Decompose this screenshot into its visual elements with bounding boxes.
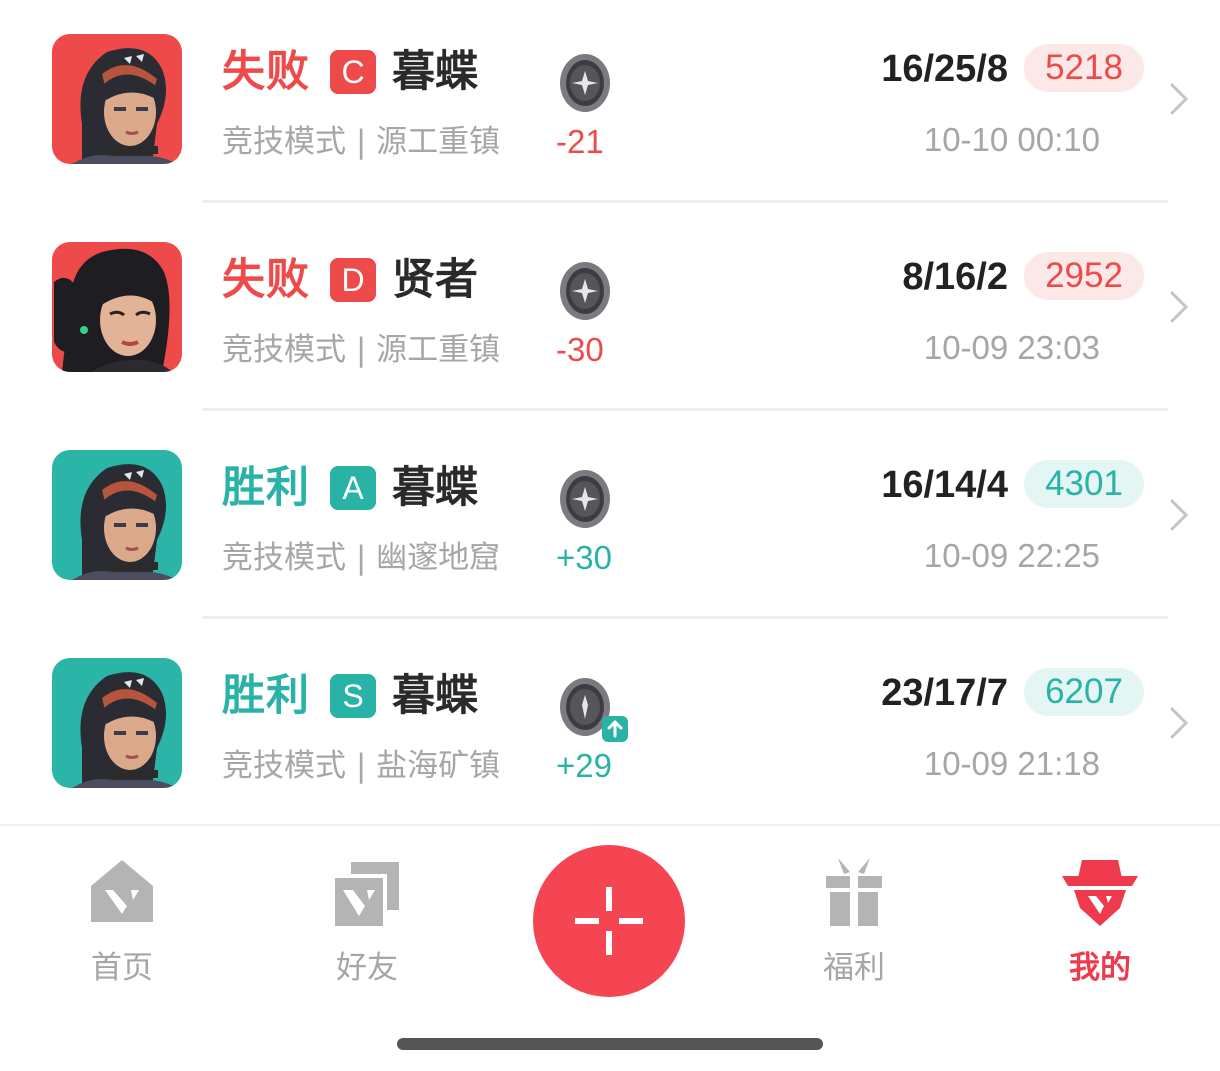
divider bbox=[202, 200, 1168, 203]
nav-friends[interactable]: 好友 bbox=[297, 856, 437, 996]
nav-welfare[interactable]: 福利 bbox=[784, 856, 924, 996]
agent-name: 暮蝶 bbox=[392, 463, 478, 513]
rr-change: +29 bbox=[556, 747, 612, 784]
friends-icon bbox=[335, 862, 399, 926]
home-icon bbox=[91, 860, 153, 922]
agent-avatar bbox=[52, 242, 182, 372]
agent-name: 暮蝶 bbox=[392, 671, 478, 721]
match-history-screen: 失败 C 暮蝶 竞技模式 | 源工重镇 -21 16/25/8 5218 10-… bbox=[0, 0, 1220, 1071]
mode-map-label: 竞技模式 | 盐海矿镇 bbox=[222, 748, 501, 784]
home-indicator[interactable] bbox=[397, 1038, 823, 1050]
rank-emblem-icon bbox=[560, 262, 610, 320]
rank-emblem-icon bbox=[560, 54, 610, 112]
kda-stat: 16/14/4 bbox=[881, 464, 1008, 506]
agent-avatar bbox=[52, 450, 182, 580]
mode-map-label: 竞技模式 | 源工重镇 bbox=[222, 332, 501, 368]
nav-mine-label: 我的 bbox=[1069, 950, 1131, 986]
match-list: 失败 C 暮蝶 竞技模式 | 源工重镇 -21 16/25/8 5218 10-… bbox=[0, 0, 1220, 832]
grade-badge: A bbox=[330, 466, 376, 510]
chevron-right-icon bbox=[1170, 83, 1189, 115]
combat-score-badge: 5218 bbox=[1024, 44, 1144, 92]
add-crosshair-button[interactable] bbox=[533, 845, 685, 997]
match-time: 10-10 00:10 bbox=[923, 121, 1100, 158]
match-result: 胜利 bbox=[222, 463, 310, 513]
match-row[interactable]: 胜利 A 暮蝶 竞技模式 | 幽邃地窟 +30 16/14/4 4301 10-… bbox=[0, 416, 1220, 624]
match-result: 失败 bbox=[222, 255, 310, 305]
agent-profile-icon bbox=[1062, 860, 1138, 926]
kda-stat: 8/16/2 bbox=[902, 256, 1008, 298]
match-time: 10-09 23:03 bbox=[923, 329, 1100, 366]
agent-name: 暮蝶 bbox=[392, 47, 478, 97]
chevron-right-icon bbox=[1170, 707, 1189, 739]
rr-change: -21 bbox=[556, 123, 604, 160]
grade-badge: D bbox=[330, 258, 376, 302]
nav-home-label: 首页 bbox=[91, 950, 153, 986]
mode-map-label: 竞技模式 | 源工重镇 bbox=[222, 124, 501, 160]
grade-badge: C bbox=[330, 50, 376, 94]
combat-score-badge: 6207 bbox=[1024, 668, 1144, 716]
chevron-right-icon bbox=[1170, 499, 1189, 531]
match-row[interactable]: 失败 D 贤者 竞技模式 | 源工重镇 -30 8/16/2 2952 10-0… bbox=[0, 208, 1220, 416]
agent-name: 贤者 bbox=[392, 255, 478, 305]
gift-icon bbox=[826, 858, 882, 926]
match-time: 10-09 22:25 bbox=[923, 537, 1100, 574]
rr-change: -30 bbox=[556, 331, 604, 368]
crosshair-plus-icon bbox=[575, 887, 643, 955]
kda-stat: 23/17/7 bbox=[881, 672, 1008, 714]
divider bbox=[202, 616, 1168, 619]
mode-map-label: 竞技模式 | 幽邃地窟 bbox=[222, 540, 501, 576]
nav-divider bbox=[0, 824, 1220, 826]
nav-home[interactable]: 首页 bbox=[52, 856, 192, 996]
divider bbox=[202, 408, 1168, 411]
nav-welfare-label: 福利 bbox=[823, 950, 885, 986]
kda-stat: 16/25/8 bbox=[881, 48, 1008, 90]
grade-badge: S bbox=[330, 674, 376, 718]
nav-mine[interactable]: 我的 bbox=[1030, 856, 1170, 996]
match-result: 失败 bbox=[222, 47, 310, 97]
combat-score-badge: 2952 bbox=[1024, 252, 1144, 300]
match-row[interactable]: 失败 C 暮蝶 竞技模式 | 源工重镇 -21 16/25/8 5218 10-… bbox=[0, 0, 1220, 208]
combat-score-badge: 4301 bbox=[1024, 460, 1144, 508]
match-time: 10-09 21:18 bbox=[923, 745, 1100, 782]
rank-up-arrow-icon bbox=[602, 716, 628, 742]
chevron-right-icon bbox=[1170, 291, 1189, 323]
agent-avatar bbox=[52, 658, 182, 788]
agent-avatar bbox=[52, 34, 182, 164]
match-result: 胜利 bbox=[222, 671, 310, 721]
nav-friends-label: 好友 bbox=[336, 950, 398, 986]
rr-change: +30 bbox=[556, 539, 612, 576]
rank-emblem-icon bbox=[560, 470, 610, 528]
